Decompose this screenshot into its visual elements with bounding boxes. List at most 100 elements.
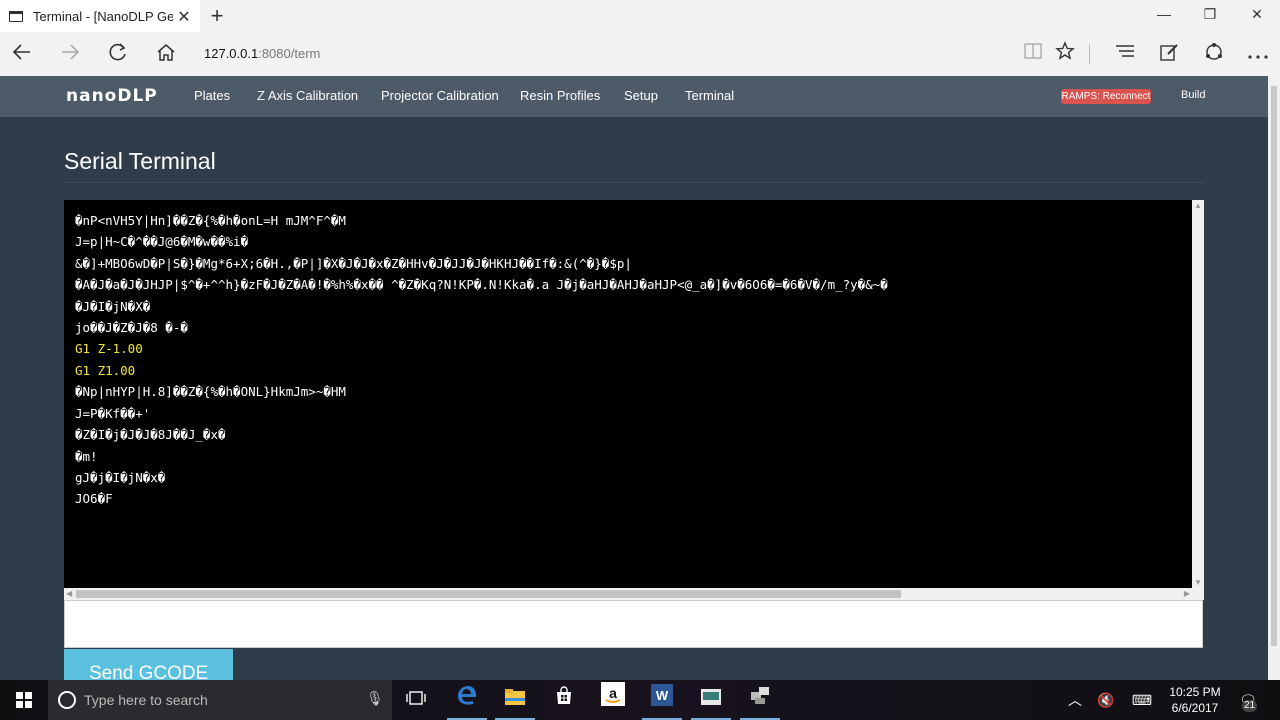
network-app-button[interactable] xyxy=(736,680,784,720)
scroll-left-icon[interactable]: ◀ xyxy=(66,588,72,600)
favorite-button[interactable] xyxy=(1051,41,1079,67)
home-icon xyxy=(157,44,175,61)
cortana-icon xyxy=(58,691,76,709)
network-app-icon xyxy=(751,687,769,704)
title-divider xyxy=(64,182,1204,183)
nav-terminal[interactable]: Terminal xyxy=(685,88,734,103)
terminal-line: gJ�j�I�jN�x� xyxy=(75,470,166,485)
show-hidden-icons-icon[interactable]: ︿ xyxy=(1066,680,1084,720)
more-icon xyxy=(1248,55,1268,59)
terminal-line: &�]+MBO6wD�P|S�}�Mg*6+X;6�H.,�P|]�X�J�J�… xyxy=(75,256,632,271)
hub-button[interactable] xyxy=(1111,41,1139,67)
scroll-down-icon[interactable]: ▼ xyxy=(1192,578,1204,587)
page-title: Serial Terminal xyxy=(64,148,216,174)
nav-z-axis-calibration[interactable]: Z Axis Calibration xyxy=(257,88,358,103)
search-placeholder: Type here to search xyxy=(84,692,208,708)
terminal-command-line: G1 Z1.00 xyxy=(75,363,136,378)
scroll-up-icon[interactable]: ▲ xyxy=(1192,201,1204,210)
windows-taskbar: Type here to search 🎙 a W ︿ 🔇 ⌨ 10:25 PM… xyxy=(0,680,1280,720)
keyboard-icon[interactable]: ⌨ xyxy=(1130,680,1154,720)
ramps-reconnect-badge[interactable]: RAMPS: Reconnect xyxy=(1061,89,1151,104)
hub-icon xyxy=(1116,45,1134,57)
terminal-line: �Z�I�j�J�J�8J��J_�x� xyxy=(75,427,226,442)
terminal-line: �m! xyxy=(75,449,98,464)
page-scroll-thumb[interactable] xyxy=(1271,86,1277,646)
nav-resin-profiles[interactable]: Resin Profiles xyxy=(520,88,600,103)
nanodlp-logo[interactable]: nanoDLP xyxy=(66,86,158,106)
terminal-line: jo��J�Z�J�8 �-� xyxy=(75,320,188,335)
home-button[interactable] xyxy=(152,41,180,67)
edge-icon xyxy=(458,686,476,705)
scroll-right-icon[interactable]: ▶ xyxy=(1184,588,1190,600)
refresh-button[interactable] xyxy=(104,41,132,67)
file-explorer-button[interactable] xyxy=(491,680,539,720)
terminal-line: J=p|H~C�^��J@6�M�w��%i� xyxy=(75,234,249,249)
svg-text:a: a xyxy=(609,685,617,701)
url-host: 127.0.0.1 xyxy=(204,46,259,61)
horizontal-scroll-thumb[interactable] xyxy=(76,590,901,598)
app-icon xyxy=(701,689,721,705)
refresh-icon xyxy=(109,43,126,61)
star-icon xyxy=(1055,41,1075,60)
word-button[interactable]: W xyxy=(638,680,686,720)
reading-view-button[interactable] xyxy=(1019,41,1047,67)
windows-logo-icon xyxy=(16,692,32,708)
start-button[interactable] xyxy=(0,680,48,720)
build-label[interactable]: Build xyxy=(1181,89,1205,101)
microphone-icon[interactable]: 🎙 xyxy=(366,690,384,707)
page-icon xyxy=(9,10,23,22)
task-view-button[interactable] xyxy=(392,680,440,720)
more-button[interactable] xyxy=(1244,41,1272,67)
app-button[interactable] xyxy=(687,680,735,720)
clock-time: 10:25 PM xyxy=(1169,685,1221,699)
address-bar[interactable]: 127.0.0.1:8080/term xyxy=(204,41,1004,67)
terminal-command-line: G1 Z-1.00 xyxy=(75,341,143,356)
forward-button[interactable] xyxy=(56,41,84,67)
amazon-icon: a xyxy=(601,682,625,706)
share-button[interactable] xyxy=(1200,41,1228,67)
browser-tab[interactable]: Terminal - [NanoDLP Ge ✕ xyxy=(0,0,200,32)
nav-setup[interactable]: Setup xyxy=(624,88,658,103)
back-button[interactable] xyxy=(8,41,36,67)
terminal-line: �Np|nHYP|H.8]��Z�{%�h�ONL}HkmJm>~�HM xyxy=(75,384,346,399)
terminal-line: �nP<nVH5Y|Hn]��Z�{%�h�onL=H mJM^F^�M xyxy=(75,213,346,228)
terminal-line: JO6�F xyxy=(75,491,113,506)
gcode-input[interactable] xyxy=(64,600,1203,648)
task-view-icon xyxy=(406,691,426,705)
tab-title: Terminal - [NanoDLP Ge xyxy=(33,8,173,24)
back-arrow-icon xyxy=(12,44,30,60)
word-icon: W xyxy=(651,684,673,706)
terminal-horizontal-scrollbar[interactable]: ◀ ▶ xyxy=(64,588,1204,600)
close-window-button[interactable]: ✕ xyxy=(1234,6,1280,23)
nav-projector-calibration[interactable]: Projector Calibration xyxy=(381,88,499,103)
store-button[interactable] xyxy=(540,680,588,720)
tab-close-icon[interactable]: ✕ xyxy=(176,7,192,27)
taskbar-clock[interactable]: 10:25 PM 6/6/2017 xyxy=(1162,684,1228,716)
minimize-button[interactable]: — xyxy=(1141,6,1187,22)
web-note-button[interactable] xyxy=(1155,41,1183,67)
send-gcode-button[interactable]: Send GCODE xyxy=(64,649,233,680)
forward-arrow-icon xyxy=(62,44,80,60)
serial-terminal-output[interactable]: �nP<nVH5Y|Hn]��Z�{%�h�onL=H mJM^F^�M J=p… xyxy=(64,200,1192,588)
url-path: :8080/term xyxy=(258,46,321,61)
toolbar-divider xyxy=(1089,44,1090,64)
svg-text:W: W xyxy=(656,688,669,703)
restore-button[interactable]: ❐ xyxy=(1187,6,1233,23)
web-note-icon xyxy=(1160,44,1178,61)
share-icon xyxy=(1206,43,1222,60)
amazon-button[interactable]: a xyxy=(589,680,637,720)
new-tab-button[interactable]: + xyxy=(206,3,228,29)
terminal-line: �A�J�a�J�JHJP|$^�+^^h}�zF�J�Z�A�!�%h%�x�… xyxy=(75,277,888,292)
page-scrollbar[interactable] xyxy=(1268,76,1280,680)
nav-plates[interactable]: Plates xyxy=(194,88,230,103)
terminal-vertical-scrollbar[interactable]: ▲ ▼ xyxy=(1192,200,1204,588)
terminal-line: �J�I�jN�X� xyxy=(75,299,151,314)
browser-toolbar: 127.0.0.1:8080/term xyxy=(0,32,1280,77)
browser-tab-bar: Terminal - [NanoDLP Ge ✕ + — ❐ ✕ xyxy=(0,0,1280,32)
notification-count: 21 xyxy=(1242,700,1258,712)
taskbar-search-box[interactable]: Type here to search 🎙 xyxy=(48,680,392,720)
edge-taskbar-button[interactable] xyxy=(443,680,491,720)
terminal-line: J=P�Kf��+' xyxy=(75,406,151,421)
send-gcode-label: Send GCODE xyxy=(89,663,209,680)
volume-muted-icon[interactable]: 🔇 xyxy=(1096,680,1116,720)
